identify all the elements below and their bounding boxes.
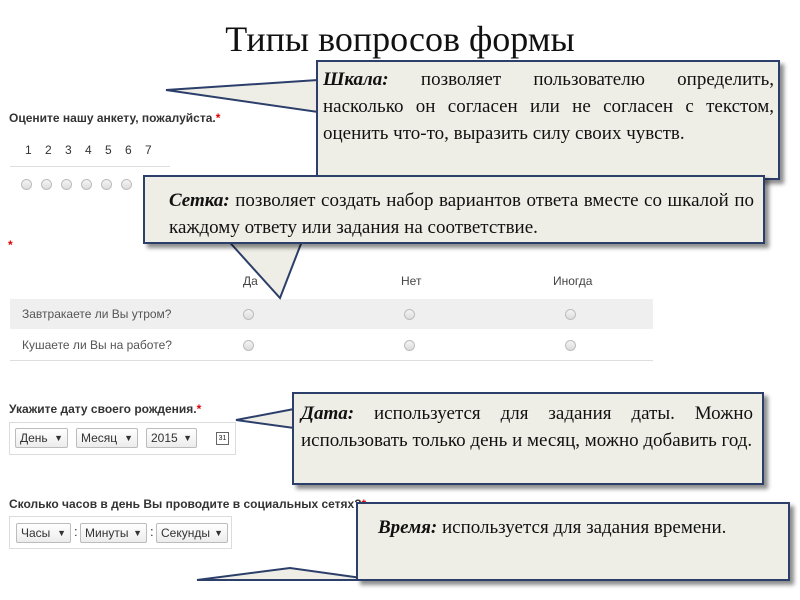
scale-callout-term: Шкала: — [323, 69, 389, 90]
date-callout: Дата: используется для задания даты. Мож… — [292, 392, 764, 485]
grid-callout: Сетка: позволяет создать набор вариантов… — [143, 175, 765, 244]
date-callout-term: Дата: — [301, 403, 355, 424]
time-callout-term: Время: — [378, 517, 438, 538]
grid-callout-tail — [221, 235, 306, 300]
scale-callout-text: позволяет пользователю определить, наско… — [323, 69, 774, 144]
time-callout-tail — [196, 566, 377, 581]
time-callout-text: используется для задания времени. — [437, 517, 727, 538]
grid-callout-text: позволяет создать набор вариантов ответа… — [169, 190, 754, 238]
date-callout-tail — [235, 407, 295, 430]
grid-callout-term: Сетка: — [169, 190, 230, 211]
scale-callout-tail — [165, 78, 319, 114]
time-callout: Время: используется для задания времени. — [356, 502, 790, 581]
scale-callout: Шкала: позволяет пользователю определить… — [316, 60, 780, 180]
date-callout-text: используется для задания даты. Можно исп… — [301, 403, 753, 451]
